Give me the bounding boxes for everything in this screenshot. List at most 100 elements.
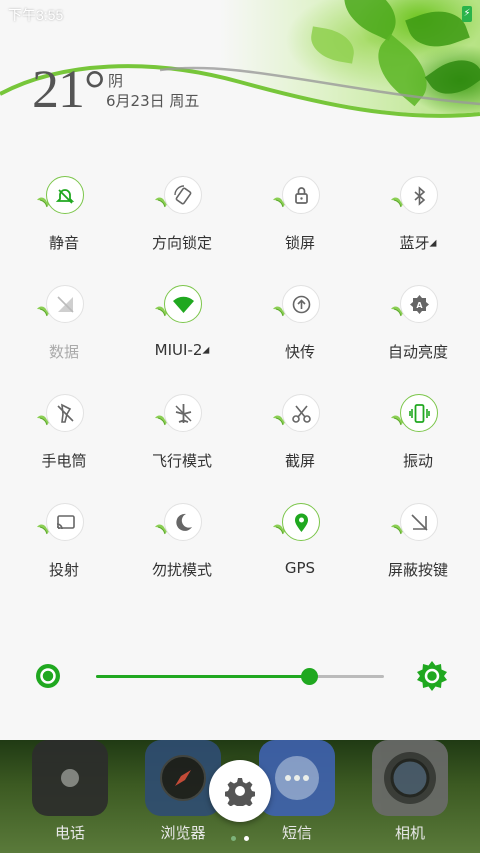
toggle-label-text: 静音 [48,234,79,252]
toggle-scissors[interactable]: 截屏 [241,388,359,497]
toggle-label: 自动亮度 [388,341,448,362]
share-icon [282,285,320,323]
dock-app-phone[interactable]: 电话 [25,740,115,843]
auto-brightness-icon: A [400,285,438,323]
toggle-mobile-data[interactable]: 数据 [5,279,123,388]
toggle-block-keys[interactable]: 屏蔽按键 [359,497,477,606]
toggle-icon-wrap [391,394,440,438]
toggle-lock[interactable]: 锁屏 [241,170,359,279]
lock-icon [282,176,320,214]
browser-app-icon [145,740,221,816]
toggle-label-text: MIUI-2 [154,341,203,359]
toggle-vibrate[interactable]: 振动 [359,388,477,497]
toggle-label: 数据 [49,341,79,362]
gear-icon [225,778,255,806]
toggle-icon-wrap [155,503,204,547]
cast-icon [46,503,84,541]
battery-icon: ⚡ [462,6,472,22]
toggle-label-text: 截屏 [284,452,315,470]
toggle-icon-wrap [391,503,440,547]
toggle-icon-wrap [155,394,204,438]
toggle-icon-wrap [37,285,86,329]
toggle-airplane[interactable]: 飞行模式 [123,388,241,497]
toggle-icon-wrap: A [391,285,440,329]
toggle-wifi[interactable]: MIUI-2◢ [123,279,241,388]
scissors-icon [282,394,320,432]
toggle-label: MIUI-2◢ [155,341,210,359]
toggle-icon-wrap [155,176,204,220]
toggle-location[interactable]: GPS [241,497,359,606]
toggle-label-text: 屏蔽按键 [387,561,448,579]
toggle-label-text: 手电筒 [41,452,87,470]
toggle-label-text: 勿扰模式 [151,561,212,579]
block-keys-icon [400,503,438,541]
toggle-icon-wrap [37,176,86,220]
toggle-cast[interactable]: 投射 [5,497,123,606]
toggle-icon-wrap [37,394,86,438]
toggle-share[interactable]: 快传 [241,279,359,388]
svg-text:A: A [416,301,423,310]
toggle-label-text: 数据 [48,343,79,361]
weather-header: 下午3:55 ⚡ 21° 阴 6月23日 周五 [0,0,480,140]
toggle-label-text: 振动 [402,452,433,470]
toggle-icon-wrap [37,503,86,547]
page-indicator [0,836,480,841]
date-label: 6月23日 周五 [106,92,200,110]
toggle-moon[interactable]: 勿扰模式 [123,497,241,606]
toggle-label-text: 飞行模式 [151,452,212,470]
toggle-label-text: 蓝牙 [399,234,430,252]
brightness-slider-thumb[interactable] [301,668,319,685]
toggle-label: 锁屏 [285,232,315,253]
bluetooth-icon [400,176,438,214]
toggle-label-text: 投射 [48,561,79,579]
toggle-label: 快传 [285,341,315,362]
flashlight-icon [46,394,84,432]
mobile-data-icon [46,285,84,323]
messages-app-icon [259,740,335,816]
brightness-low-icon [36,664,60,688]
vibrate-icon [400,394,438,432]
moon-icon [164,503,202,541]
toggle-label-text: 快传 [284,343,315,361]
toggle-flashlight[interactable]: 手电筒 [5,388,123,497]
toggle-icon-wrap [273,503,322,547]
toggle-auto-brightness[interactable]: A 自动亮度 [359,279,477,388]
quick-toggle-grid: 静音 方向锁定 锁屏 蓝牙◢ 数据 MIUI-2◢ 快传 A 自动亮度 手电筒 … [0,170,480,606]
toggle-icon-wrap [273,285,322,329]
toggle-label: 振动 [403,450,433,471]
expand-arrow-icon[interactable]: ◢ [202,346,209,356]
brightness-slider[interactable] [96,668,384,685]
weather-condition: 阴 [108,72,124,90]
toggle-label: GPS [285,559,315,577]
dock-app-camera[interactable]: 相机 [365,740,455,843]
toggle-label-text: 锁屏 [284,234,315,252]
toggle-rotation-lock[interactable]: 方向锁定 [123,170,241,279]
toggle-label-text: 自动亮度 [387,343,448,361]
brightness-high-icon [417,661,447,691]
toggle-icon-wrap [273,394,322,438]
toggle-label: 蓝牙◢ [400,232,437,253]
brightness-slider-fill [96,675,310,678]
page-dot [244,836,249,841]
status-time: 下午3:55 [8,7,64,23]
toggle-label: 方向锁定 [152,232,212,253]
wifi-icon [164,285,202,323]
location-icon [282,503,320,541]
page-dot [231,836,236,841]
toggle-label: 静音 [49,232,79,253]
toggle-label-text: GPS [284,559,316,577]
airplane-icon [164,394,202,432]
toggle-bluetooth[interactable]: 蓝牙◢ [359,170,477,279]
phone-app-icon [32,740,108,816]
temperature: 21° [32,59,106,119]
toggle-label: 投射 [49,559,79,580]
toggle-label-text: 方向锁定 [151,234,212,252]
toggle-label: 截屏 [285,450,315,471]
settings-button[interactable] [209,760,271,822]
toggle-label: 勿扰模式 [152,559,212,580]
toggle-label: 屏蔽按键 [388,559,448,580]
expand-arrow-icon[interactable]: ◢ [430,239,437,249]
toggle-mute[interactable]: 静音 [5,170,123,279]
toggle-icon-wrap [273,176,322,220]
toggle-icon-wrap [155,285,204,329]
